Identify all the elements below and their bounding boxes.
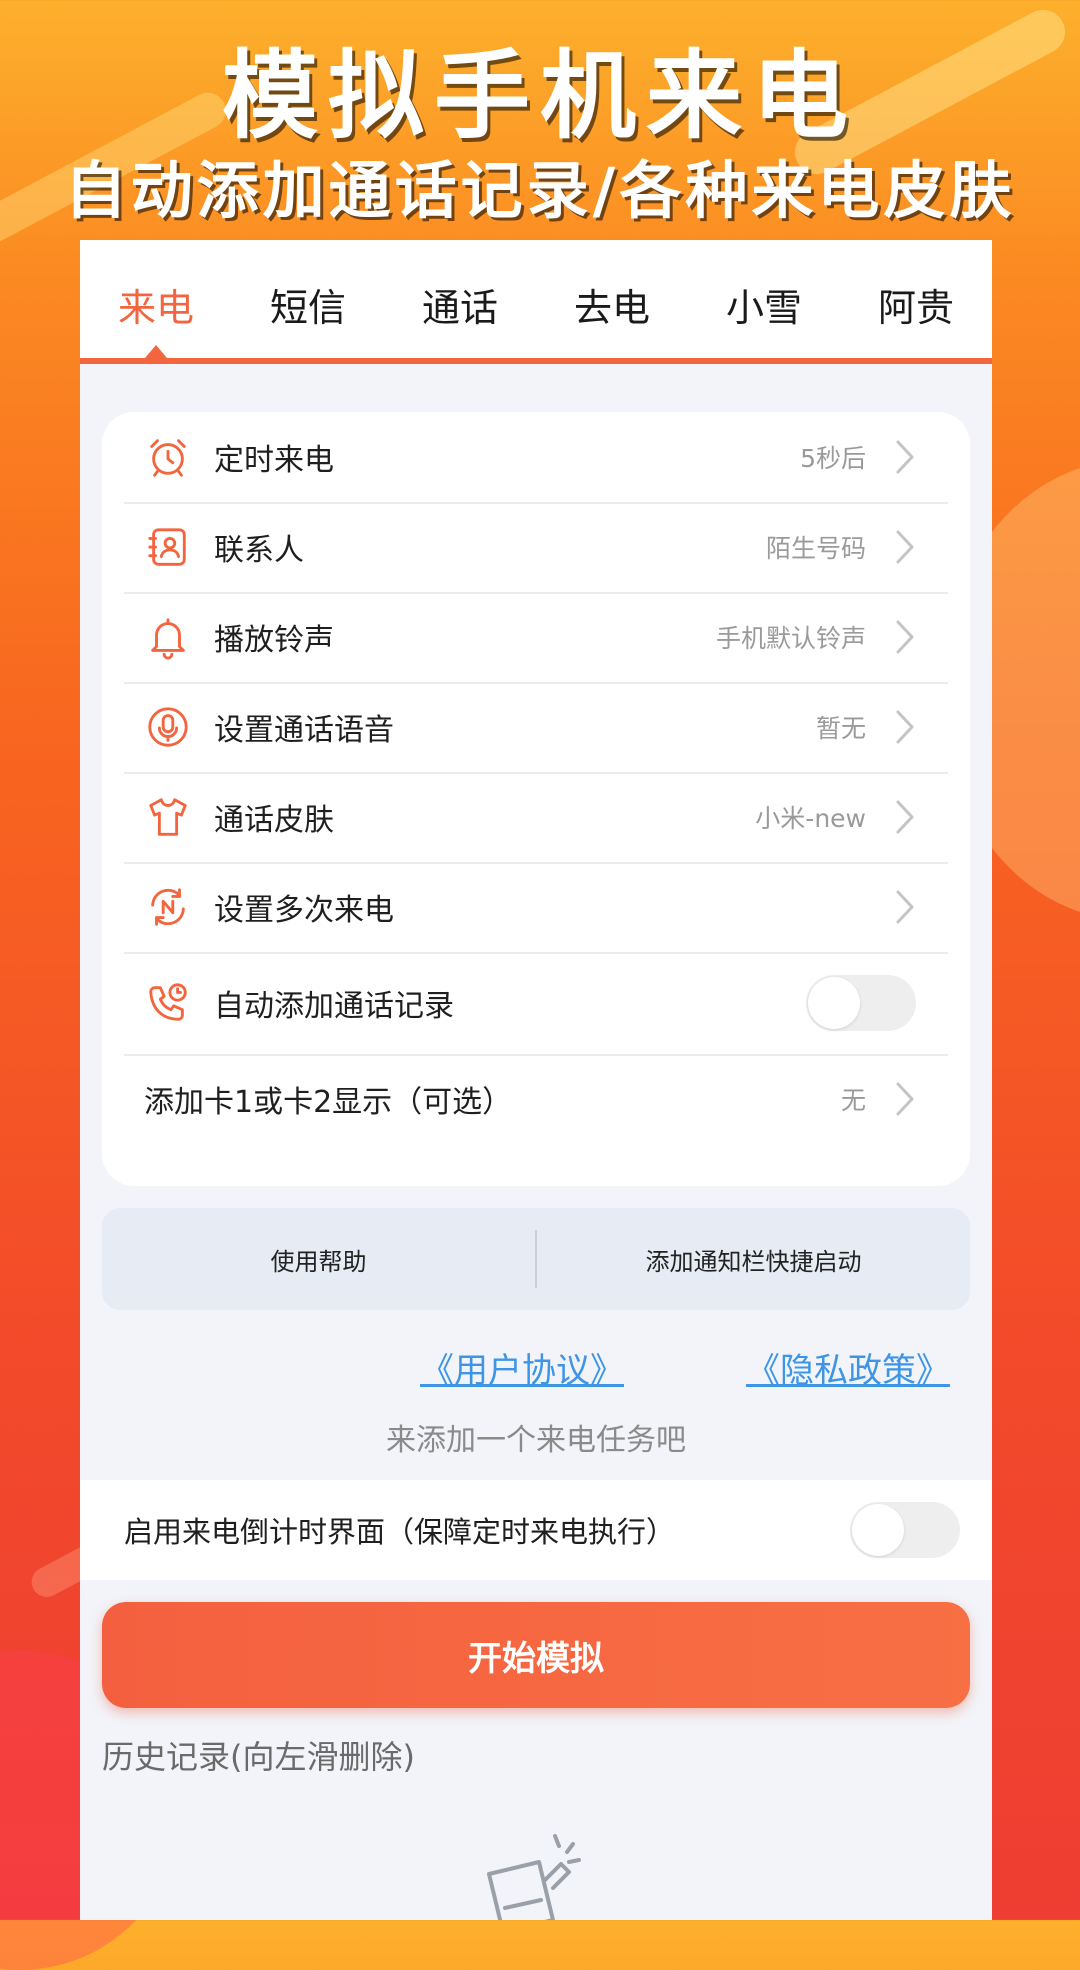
setting-label: 自动添加通话记录	[214, 989, 454, 1024]
promo-subtitle: 自动添加通话记录/各种来电皮肤	[64, 154, 1016, 227]
countdown-toggle[interactable]	[850, 1502, 960, 1558]
policy-links: 《用户协议》 《隐私政策》	[80, 1343, 992, 1391]
setting-label: 设置通话语音	[214, 713, 394, 748]
setting-label: 添加卡1或卡2显示（可选）	[144, 1085, 513, 1120]
chevron-right-icon	[896, 890, 914, 924]
setting-value: 无	[840, 1086, 866, 1115]
setting-label: 通话皮肤	[214, 803, 334, 838]
chevron-right-icon	[896, 800, 914, 834]
auto-call-log-toggle[interactable]	[806, 975, 916, 1031]
toggle-knob	[808, 977, 860, 1029]
setting-row-call-skin[interactable]: 通话皮肤 小米-new	[124, 772, 948, 864]
setting-row-scheduled-call[interactable]: 定时来电 5秒后	[124, 412, 948, 504]
setting-value: 手机默认铃声	[715, 624, 866, 653]
chevron-right-icon	[896, 530, 914, 564]
tab-xiaoxue[interactable]: 小雪	[688, 277, 840, 358]
setting-value: 暂无	[815, 714, 866, 743]
chevron-right-icon	[896, 710, 914, 744]
setting-value: 小米-new	[755, 804, 866, 833]
countdown-row: 启用来电倒计时界面（保障定时来电执行）	[80, 1480, 992, 1580]
phone-clock-icon	[144, 979, 192, 1027]
tab-underline	[80, 358, 992, 364]
tab-bar: 来电 短信 通话 去电 小雪 阿贵	[80, 240, 992, 364]
promo-title: 模拟手机来电	[222, 39, 858, 152]
chevron-right-icon	[896, 620, 914, 654]
toggle-knob	[852, 1504, 904, 1556]
settings-card: 定时来电 5秒后 联系人 陌生号码 播放铃声 手机默认铃声 设置通话语音 暂无 …	[102, 412, 970, 1186]
countdown-label: 启用来电倒计时界面（保障定时来电执行）	[124, 1515, 676, 1549]
empty-task-hint: 来添加一个来电任务吧	[386, 1423, 686, 1458]
alarm-clock-icon	[144, 433, 192, 481]
start-simulation-button[interactable]: 开始模拟	[102, 1602, 970, 1708]
notification-shortcut-button[interactable]: 添加通知栏快捷启动	[537, 1242, 970, 1277]
privacy-policy-link[interactable]: 《隐私政策》	[746, 1343, 950, 1392]
tab-incoming-call[interactable]: 来电	[80, 277, 232, 358]
setting-row-ringtone[interactable]: 播放铃声 手机默认铃声	[124, 592, 948, 684]
tab-agui[interactable]: 阿贵	[840, 277, 992, 358]
contact-book-icon	[144, 523, 192, 571]
chevron-right-icon	[896, 440, 914, 474]
chevron-right-icon	[896, 1082, 914, 1116]
tab-outgoing-call[interactable]: 去电	[536, 277, 688, 358]
setting-label: 设置多次来电	[214, 893, 394, 928]
setting-row-sim-card-display[interactable]: 添加卡1或卡2显示（可选） 无	[124, 1054, 948, 1144]
tshirt-icon	[144, 793, 192, 841]
setting-value: 5秒后	[800, 444, 866, 473]
setting-label: 联系人	[214, 533, 304, 568]
tab-sms[interactable]: 短信	[232, 277, 384, 358]
setting-row-contact[interactable]: 联系人 陌生号码	[124, 502, 948, 594]
setting-value: 陌生号码	[765, 534, 866, 563]
setting-row-multiple-calls[interactable]: 设置多次来电	[124, 862, 948, 954]
history-title: 历史记录(向左滑删除)	[102, 1738, 415, 1776]
setting-label: 定时来电	[214, 443, 334, 478]
repeat-n-icon	[144, 883, 192, 931]
help-button[interactable]: 使用帮助	[102, 1242, 535, 1277]
user-agreement-link[interactable]: 《用户协议》	[420, 1343, 624, 1392]
app-screen: 来电 短信 通话 去电 小雪 阿贵 定时来电 5秒后 联系人 陌生号码 播放铃声…	[80, 240, 992, 1920]
empty-note-icon	[487, 1834, 581, 1920]
help-bar: 使用帮助 添加通知栏快捷启动	[102, 1208, 970, 1310]
setting-row-call-voice[interactable]: 设置通话语音 暂无	[124, 682, 948, 774]
setting-row-auto-call-log: 自动添加通话记录	[124, 952, 948, 1056]
tab-call[interactable]: 通话	[384, 277, 536, 358]
bell-icon	[144, 613, 192, 661]
microphone-icon	[144, 703, 192, 751]
setting-label: 播放铃声	[214, 623, 334, 658]
